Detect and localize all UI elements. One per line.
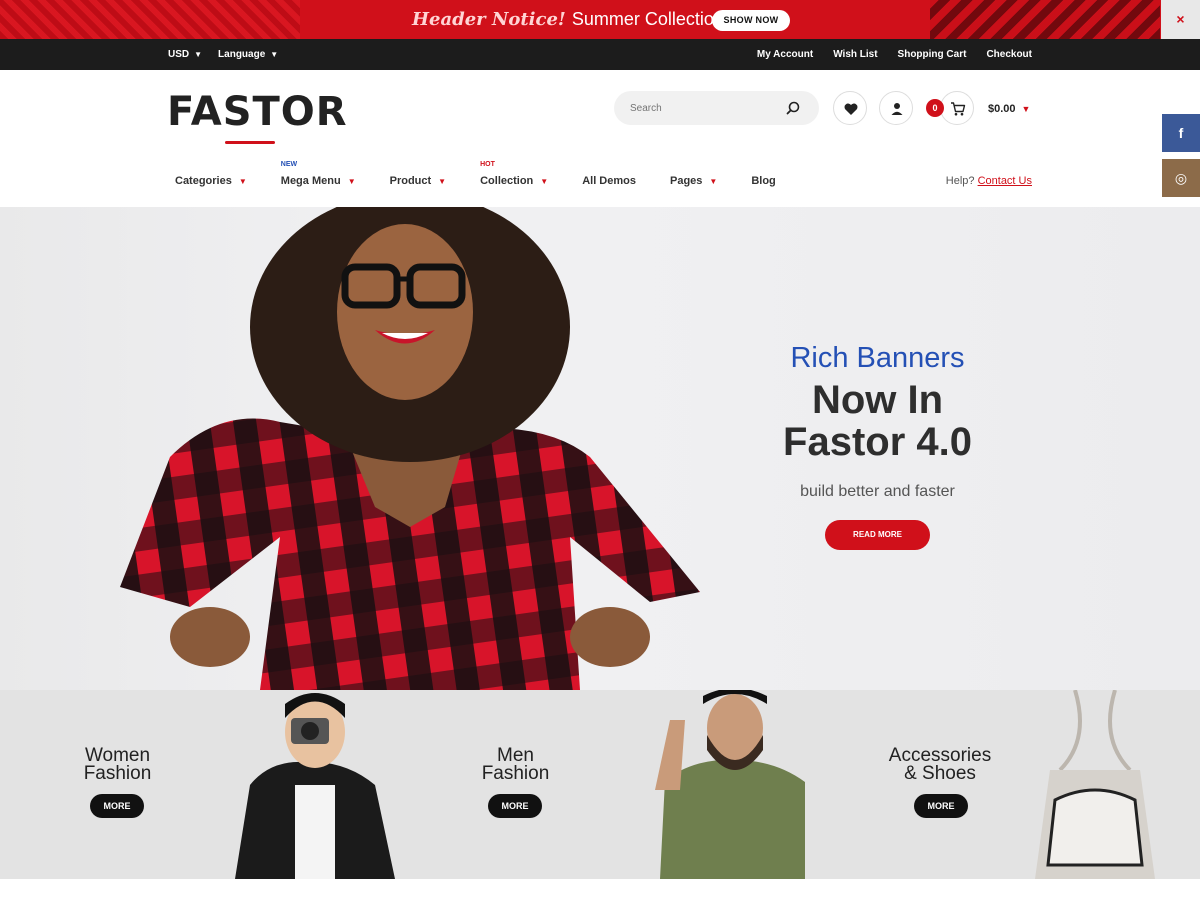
- category-title-line2: Fashion: [481, 763, 550, 784]
- cart-total[interactable]: $0.00 ▼: [988, 103, 1030, 115]
- nav-item-blog[interactable]: Blog: [751, 175, 775, 187]
- logo-text: FASTOR: [167, 89, 348, 135]
- hero-model-image: [120, 207, 700, 690]
- search-input[interactable]: [630, 100, 780, 116]
- nav-item-label: Categories: [175, 175, 232, 187]
- category-title: Men Fashion: [458, 746, 573, 784]
- wishlist-button[interactable]: [833, 91, 867, 125]
- facebook-icon: f: [1178, 125, 1184, 141]
- women-model-image: [235, 693, 395, 879]
- category-title: Women Fashion: [60, 746, 175, 784]
- chevron-down-icon: ▼: [438, 177, 447, 186]
- contact-us-link[interactable]: Contact Us: [978, 175, 1032, 187]
- category-banner-women[interactable]: Women Fashion MORE: [0, 690, 400, 879]
- nav-item-label: Mega Menu: [280, 175, 341, 187]
- read-more-button[interactable]: READ MORE: [825, 520, 930, 550]
- currency-label: USD: [168, 49, 190, 60]
- chevron-down-icon: ▼: [347, 177, 356, 186]
- nav-badge: HOT: [480, 161, 495, 168]
- heart-icon: [844, 103, 858, 115]
- nav-item-label: Product: [389, 175, 432, 187]
- chevron-down-icon: ▼: [709, 177, 718, 186]
- handbag-image: [1035, 690, 1155, 879]
- language-label: Language: [218, 49, 266, 60]
- nav-item-product[interactable]: Product ▼: [390, 175, 446, 187]
- category-banner-accessories[interactable]: Accessories & Shoes MORE: [820, 690, 1200, 879]
- logo-underline: [225, 141, 275, 144]
- chevron-down-icon: ▼: [194, 50, 203, 59]
- nav-badge: NEW: [280, 161, 298, 168]
- hero-banner: Rich Banners Now In Fastor 4.0 build bet…: [0, 207, 1200, 690]
- chevron-down-icon: ▼: [270, 50, 279, 59]
- main-nav: Categories ▼ NEW Mega Menu ▼ Product ▼ HOT Colle…: [175, 161, 810, 187]
- men-more-button[interactable]: MORE: [488, 794, 542, 818]
- category-title-line2: & Shoes: [904, 763, 976, 784]
- women-more-button[interactable]: MORE: [90, 794, 144, 818]
- checkout-link[interactable]: Checkout: [986, 49, 1032, 60]
- hero-title-line2: Fastor 4.0: [783, 420, 972, 464]
- top-bar: USD ▼ Language ▼ My Account Wish List Shop…: [0, 39, 1200, 70]
- show-now-button[interactable]: SHOW NOW: [712, 10, 790, 31]
- close-notice-icon[interactable]: ×: [1161, 0, 1200, 39]
- account-button[interactable]: [879, 91, 913, 125]
- help-contact: Help? Contact Us: [946, 175, 1032, 187]
- hero-tagline: build better and faster: [800, 483, 955, 500]
- category-title-line2: Fashion: [83, 763, 152, 784]
- wish-list-link[interactable]: Wish List: [833, 49, 877, 60]
- search-icon[interactable]: [785, 100, 801, 116]
- nav-item-label: Collection: [480, 175, 534, 187]
- nav-item-categories[interactable]: Categories ▼: [175, 175, 247, 187]
- hero-subtitle: Rich Banners: [790, 342, 965, 374]
- chevron-down-icon: ▼: [1021, 104, 1031, 114]
- nav-item-label: All Demos: [582, 175, 636, 187]
- nav-item-collection[interactable]: HOT Collection ▼: [480, 161, 549, 187]
- cart-count-badge: 0: [926, 99, 944, 117]
- category-banners: Women Fashion MORE Men Fashion MORE Acce…: [0, 690, 1200, 879]
- accessories-more-button[interactable]: MORE: [914, 794, 968, 818]
- notice-pattern-left: [0, 0, 300, 39]
- site-logo[interactable]: FASTOR: [167, 89, 348, 144]
- nav-item-pages[interactable]: Pages ▼: [670, 175, 717, 187]
- search-box: [614, 91, 819, 125]
- header-notice-bar: Header Notice! Summer Collection 2018 SHO…: [0, 0, 1200, 39]
- nav-item-label: Blog: [751, 175, 776, 187]
- hero-title-line1: Now In: [811, 378, 944, 422]
- cart-icon: [951, 102, 966, 116]
- men-model-image: [655, 690, 805, 879]
- instagram-icon: ◎: [1174, 170, 1188, 186]
- shopping-cart-link[interactable]: Shopping Cart: [898, 49, 967, 60]
- notice-pattern-right: [930, 0, 1160, 39]
- user-icon: [891, 103, 903, 115]
- instagram-button[interactable]: ◎: [1162, 159, 1200, 197]
- cart-total-value: $0.00: [988, 103, 1016, 115]
- language-selector[interactable]: Language ▼: [218, 49, 278, 60]
- nav-item-label: Pages: [669, 175, 703, 187]
- currency-selector[interactable]: USD ▼: [168, 49, 202, 60]
- chevron-down-icon: ▼: [238, 177, 247, 186]
- nav-item-mega-menu[interactable]: NEW Mega Menu ▼: [280, 161, 356, 187]
- hero-title: Now In Fastor 4.0: [740, 379, 1015, 463]
- facebook-button[interactable]: f: [1162, 114, 1200, 152]
- category-banner-men[interactable]: Men Fashion MORE: [400, 690, 820, 879]
- notice-brand-text: Header Notice!: [412, 9, 566, 30]
- site-header: FASTOR 0 $0.00 ▼ Categories ▼ NEW Mega Menu ▼…: [0, 70, 1200, 207]
- cart-button[interactable]: [940, 91, 974, 125]
- help-text: Help?: [945, 175, 975, 187]
- nav-item-all-demos[interactable]: All Demos: [582, 175, 636, 187]
- my-account-link[interactable]: My Account: [757, 49, 813, 60]
- chevron-down-icon: ▼: [540, 177, 549, 186]
- hero-text: Rich Banners Now In Fastor 4.0 build bet…: [740, 342, 1015, 550]
- category-title: Accessories & Shoes: [880, 746, 1000, 784]
